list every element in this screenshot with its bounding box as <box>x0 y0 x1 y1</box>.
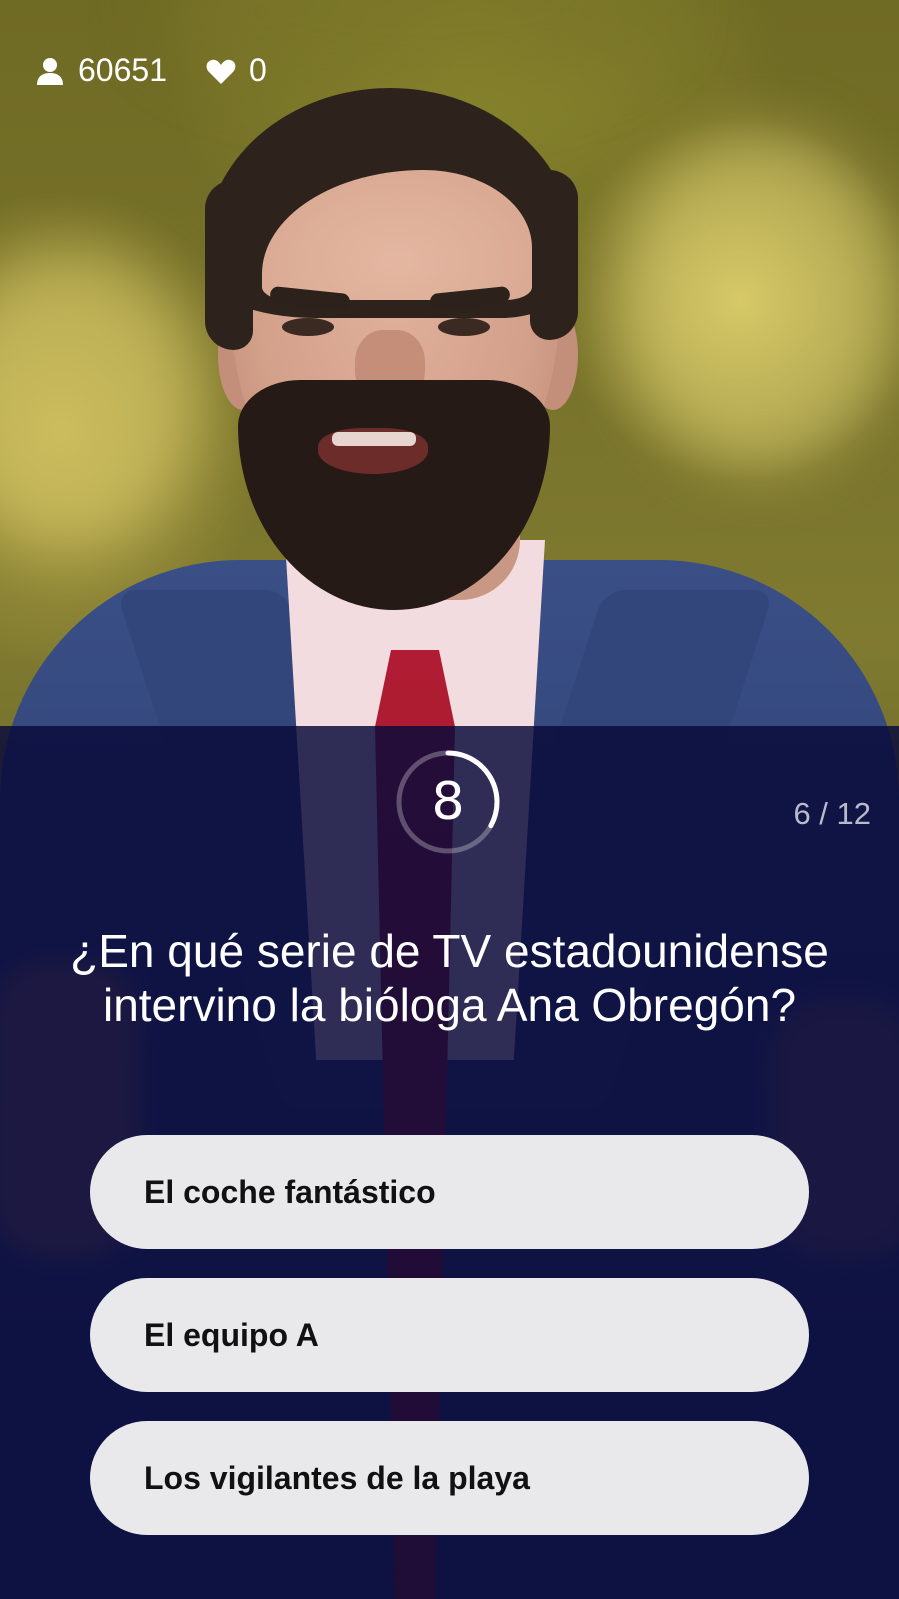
heart-icon <box>205 55 237 87</box>
host-eye <box>282 318 334 336</box>
question-text: ¿En qué serie de TV estadounidense inter… <box>70 925 829 1031</box>
answer-list: El coche fantástico El equipo A Los vigi… <box>90 1135 809 1564</box>
host-hair <box>530 170 578 340</box>
host-hair <box>205 180 253 350</box>
question-counter: 6 / 12 <box>793 796 871 831</box>
answer-option-1[interactable]: El coche fantástico <box>90 1135 809 1249</box>
user-icon <box>34 55 66 87</box>
answer-label: Los vigilantes de la playa <box>144 1459 530 1496</box>
stats-bar: 60651 0 <box>34 52 305 89</box>
lives-stat: 0 <box>205 52 267 89</box>
countdown-timer: 8 <box>394 748 502 856</box>
answer-label: El equipo A <box>144 1316 319 1353</box>
answer-option-2[interactable]: El equipo A <box>90 1278 809 1392</box>
players-count: 60651 <box>78 52 167 88</box>
host-teeth <box>332 432 416 446</box>
timer-seconds: 8 <box>431 772 465 832</box>
host-eye <box>438 318 490 336</box>
lives-count: 0 <box>248 52 267 88</box>
answer-option-3[interactable]: Los vigilantes de la playa <box>90 1421 809 1535</box>
answer-label: El coche fantástico <box>144 1173 436 1210</box>
players-stat: 60651 <box>34 52 167 89</box>
